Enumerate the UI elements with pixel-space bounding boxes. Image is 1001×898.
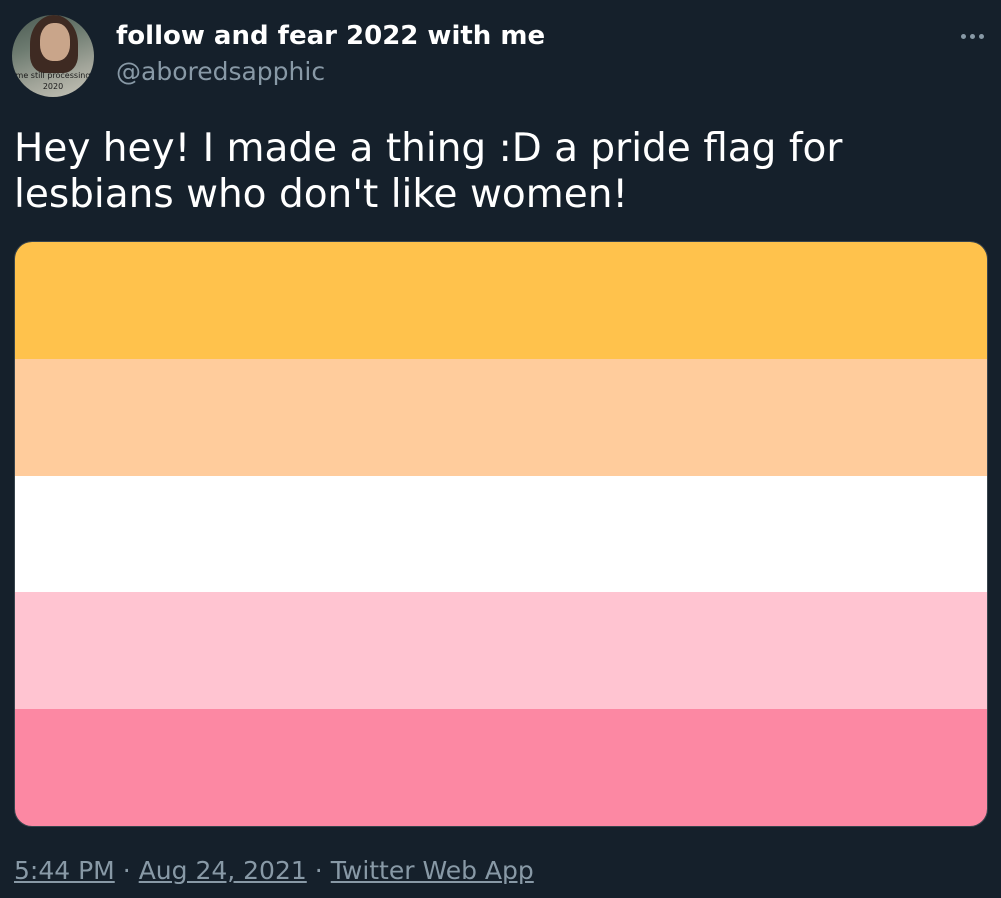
separator: ·: [122, 856, 131, 885]
more-horizontal-icon: [960, 33, 966, 39]
avatar-face-shape: [40, 23, 70, 61]
flag-stripe-2: [15, 358, 987, 476]
tweet-metadata: 5:44 PM · Aug 24, 2021 · Twitter Web App: [14, 856, 534, 885]
flag-stripe-3: [15, 475, 987, 593]
author-handle[interactable]: @aboredsapphic: [116, 57, 325, 86]
tweet-time-link[interactable]: 5:44 PM: [14, 856, 115, 885]
more-options-button[interactable]: [956, 22, 988, 50]
flag-stripe-1: [15, 242, 987, 359]
avatar-caption: me still processing: [15, 71, 91, 80]
flag-stripe-4: [15, 592, 987, 710]
avatar-caption-year: 2020: [42, 82, 64, 91]
more-horizontal-icon: [969, 33, 975, 39]
flag-stripe-5: [15, 709, 987, 826]
tweet-source-link[interactable]: Twitter Web App: [331, 856, 534, 885]
tweet-date-link[interactable]: Aug 24, 2021: [139, 856, 307, 885]
tweet-text: Hey hey! I made a thing :D a pride flag …: [14, 126, 843, 217]
avatar[interactable]: me still processing 2020: [12, 15, 94, 97]
separator: ·: [314, 856, 323, 885]
more-horizontal-icon: [978, 33, 984, 39]
tweet-image-pride-flag[interactable]: [14, 241, 988, 827]
author-display-name[interactable]: follow and fear 2022 with me: [116, 21, 545, 51]
